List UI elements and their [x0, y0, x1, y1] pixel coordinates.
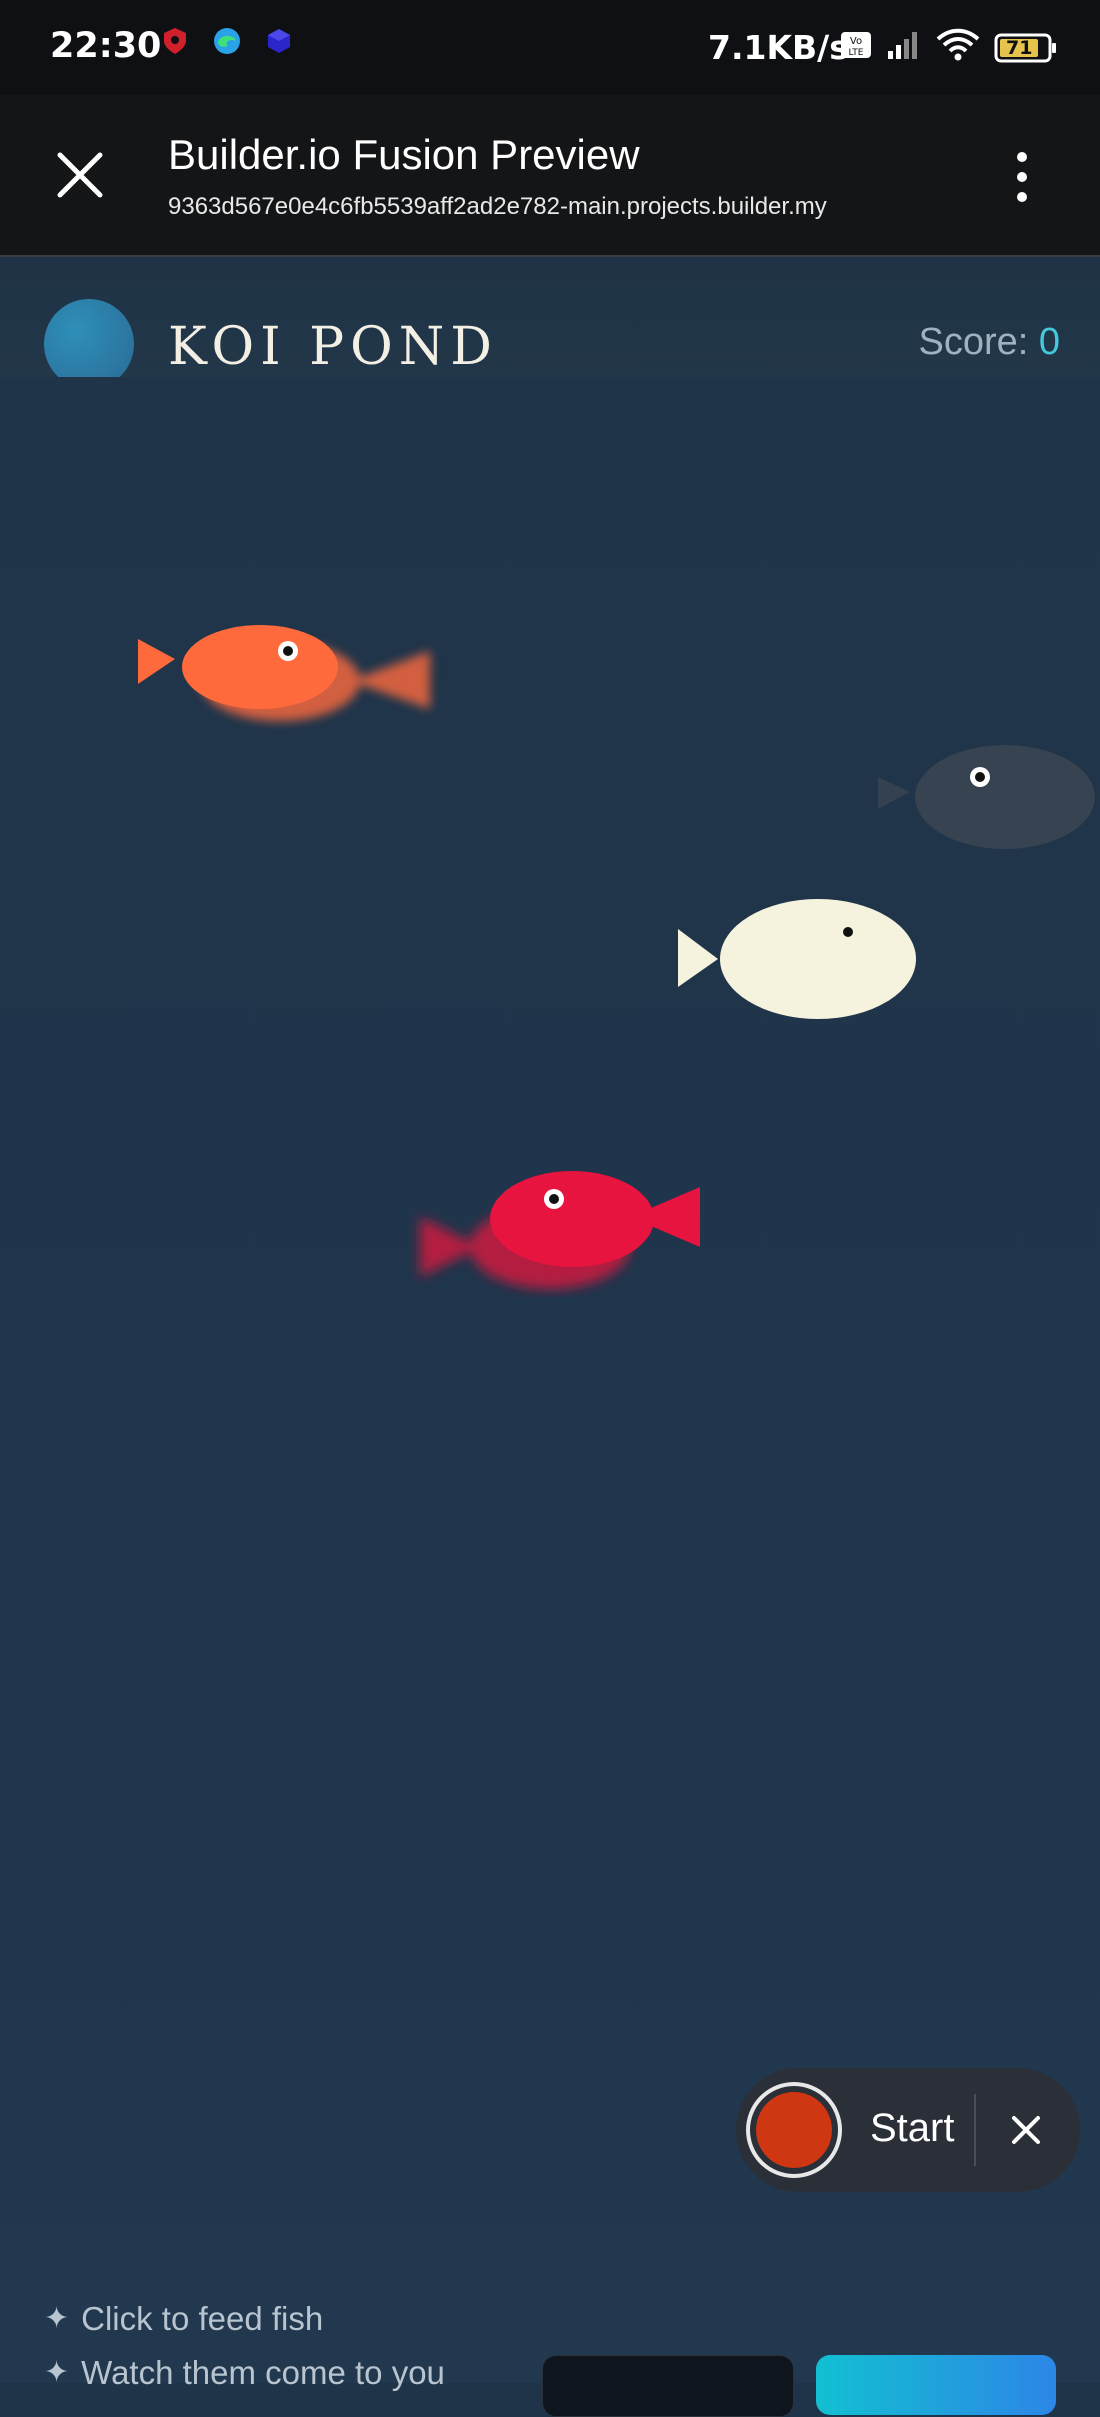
orange-koi-fish[interactable] — [130, 599, 450, 749]
close-preview-button[interactable] — [52, 147, 108, 203]
recorder-close-button[interactable] — [1000, 2102, 1052, 2158]
preview-title: Builder.io Fusion Preview — [168, 131, 640, 178]
status-notification-icons — [160, 26, 294, 56]
status-time: 22:30 — [50, 26, 162, 66]
white-koi-fish[interactable] — [670, 887, 950, 1037]
battery-level: 71 — [1006, 36, 1033, 59]
network-speed: 7.1KB/s — [708, 28, 849, 67]
cube-app-icon — [264, 26, 294, 56]
tip-item: ✦ Watch them come to you — [44, 2346, 445, 2400]
recorder-divider — [974, 2094, 976, 2166]
status-bar: 22:30 7.1KB/s Vo LTE 71 — [0, 0, 1100, 95]
edge-browser-icon — [212, 26, 242, 56]
volte-icon: Vo LTE — [840, 29, 872, 66]
tip-item: ✦ Click to feed fish — [44, 2292, 445, 2346]
svg-text:Vo: Vo — [850, 36, 862, 47]
overflow-menu-button[interactable] — [1008, 145, 1036, 209]
score-label: Score: — [918, 321, 1039, 363]
screen-recorder-control: Start — [736, 2068, 1080, 2192]
browser-app-bar: Builder.io Fusion Preview 9363d567e0e4c6… — [0, 95, 1100, 257]
sparkle-icon: ✦ — [44, 2302, 70, 2335]
wifi-icon — [936, 28, 980, 67]
signal-icon — [886, 29, 922, 66]
score-value: 0 — [1038, 321, 1060, 363]
record-dot — [756, 2092, 832, 2168]
primary-action-button[interactable] — [816, 2355, 1056, 2415]
record-start-label[interactable]: Start — [870, 2106, 954, 2151]
svg-text:LTE: LTE — [849, 48, 864, 58]
game-title: KOI POND — [168, 317, 498, 377]
game-tips: ✦ Click to feed fish ✦ Watch them come t… — [44, 2292, 445, 2400]
sparkle-icon: ✦ — [44, 2356, 70, 2389]
score-display: Score: 0 — [918, 321, 1060, 364]
preview-url: 9363d567e0e4c6fb5539aff2ad2e782-main.pro… — [168, 193, 827, 220]
game-header: KOI POND Score: 0 — [0, 257, 1100, 389]
shield-icon — [160, 26, 190, 56]
tip-text: Watch them come to you — [81, 2354, 445, 2391]
grey-koi-fish[interactable] — [870, 737, 1100, 867]
status-system-icons: Vo LTE 71 — [840, 28, 1058, 67]
koi-logo — [44, 299, 134, 389]
more-vertical-icon — [1017, 152, 1027, 202]
close-icon — [57, 152, 103, 198]
tip-text: Click to feed fish — [81, 2300, 324, 2337]
battery-icon: 71 — [994, 32, 1058, 64]
secondary-action-button[interactable] — [542, 2355, 794, 2417]
red-koi-fish[interactable] — [410, 1157, 710, 1307]
close-icon — [1012, 2116, 1040, 2144]
record-button[interactable] — [746, 2082, 842, 2178]
